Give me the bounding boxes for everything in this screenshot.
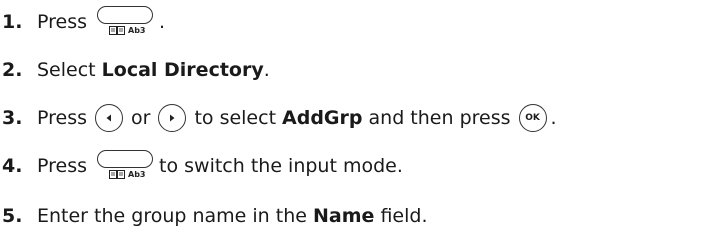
right-arrow-icon: [158, 104, 187, 132]
step-2: 2. Select Local Directory .: [0, 50, 704, 90]
step-text: Press Ab3 to switch the input mode.: [37, 149, 403, 183]
directory-softkey-icon: Ab3: [93, 5, 157, 39]
step-1: 1. Press Ab3 .: [0, 2, 704, 42]
step-text: Press Ab3 .: [37, 5, 165, 39]
step-text-post: .: [263, 59, 270, 81]
step-4: 4. Press Ab3 to switch the input mode.: [0, 146, 704, 186]
step-text: Press or to select AddGrp and then press…: [37, 104, 557, 132]
directory-softkey-icon: Ab3: [93, 149, 157, 183]
step-text-pre: Select: [37, 59, 102, 81]
directory-book-icon: [109, 170, 126, 179]
step-number: 3.: [2, 107, 23, 129]
step-3: 3. Press or to select AddGrp and then pr…: [0, 98, 704, 138]
instruction-steps: 1. Press Ab3 . 2. Select Local Directory…: [0, 0, 704, 240]
field-name: Name: [312, 205, 375, 227]
step-text-pre: Enter the group name in the: [37, 205, 313, 227]
softkey-label: Ab3: [128, 170, 146, 179]
step-text-post: field.: [374, 205, 428, 227]
ok-label: OK: [525, 113, 540, 123]
step-text-post: to switch the input mode.: [159, 155, 403, 177]
step-text-mid: to select: [194, 107, 277, 129]
step-text-pre: Press: [37, 107, 88, 129]
step-text-post: .: [550, 107, 557, 129]
step-text-pre: Press: [37, 155, 88, 177]
step-number: 5.: [2, 205, 23, 227]
step-text: Select Local Directory .: [37, 59, 270, 81]
directory-book-icon: [109, 26, 126, 35]
step-text-mid2: and then press: [368, 107, 511, 129]
step-text-or: or: [131, 107, 151, 129]
softkey-label: Ab3: [128, 26, 146, 35]
ok-key-icon: OK: [518, 104, 547, 132]
step-5: 5. Enter the group name in the Name fiel…: [0, 196, 704, 236]
step-number: 2.: [2, 59, 23, 81]
step-text-pre: Press: [37, 11, 88, 33]
step-text: Enter the group name in the Name field.: [37, 205, 427, 227]
left-arrow-icon: [95, 104, 124, 132]
softkey-name: AddGrp: [282, 107, 363, 129]
step-number: 4.: [2, 155, 23, 177]
step-text-post: .: [159, 11, 166, 33]
menu-item-name: Local Directory: [101, 59, 264, 81]
step-number: 1.: [2, 11, 23, 33]
